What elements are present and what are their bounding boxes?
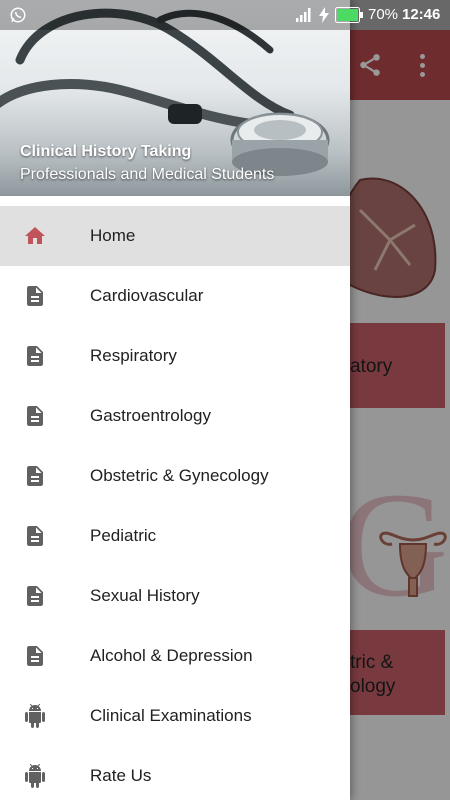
clock: 12:46 [402,6,441,23]
menu-item-label: Alcohol & Depression [90,646,253,665]
menu-item-label: Sexual History [90,586,200,605]
menu-item-label: Pediatric [90,526,157,545]
document-icon [27,466,43,486]
menu-item-label: Cardiovascular [90,286,204,305]
document-icon [27,586,43,606]
menu-item-label: Respiratory [90,346,177,365]
menu-item-gastroentrology[interactable]: Gastroentrology [0,386,350,446]
menu-item-label: Gastroentrology [90,406,211,425]
menu-item-home[interactable]: Home [0,206,350,266]
menu-item-pediatric[interactable]: Pediatric [0,506,350,566]
navigation-drawer: Clinical History Taking Professionals an… [0,0,350,800]
home-icon [25,227,45,244]
drawer-subtitle: Professionals and Medical Students [20,166,275,183]
document-icon [27,406,43,426]
menu-item-label: Home [90,226,136,245]
menu-item-obstetric-gynecology[interactable]: Obstetric & Gynecology [0,446,350,506]
menu-item-cardiovascular[interactable]: Cardiovascular [0,266,350,326]
drawer-title: Clinical History Taking [20,143,192,160]
menu-item-sexual-history[interactable]: Sexual History [0,566,350,626]
android-icon [25,764,45,788]
menu-item-rate-us[interactable]: Rate Us [0,746,350,800]
signal-icon [296,8,311,22]
menu-item-respiratory[interactable]: Respiratory [0,326,350,386]
menu-item-label: Obstetric & Gynecology [90,466,269,485]
document-icon [27,646,43,666]
battery-percent: 70% [368,6,399,23]
drawer-menu: Home Cardiovascular Respiratory Gastroen… [0,206,350,800]
document-icon [27,346,43,366]
menu-item-clinical-examinations[interactable]: Clinical Examinations [0,686,350,746]
whatsapp-icon [10,7,26,23]
status-bar: 70% 12:46 [0,0,450,30]
battery-icon [335,7,363,23]
charging-icon [319,7,329,23]
document-icon [27,286,43,306]
menu-item-label: Clinical Examinations [90,706,252,725]
android-icon [25,704,45,728]
menu-item-label: Rate Us [90,766,152,785]
document-icon [27,526,43,546]
menu-item-alcohol-depression[interactable]: Alcohol & Depression [0,626,350,686]
